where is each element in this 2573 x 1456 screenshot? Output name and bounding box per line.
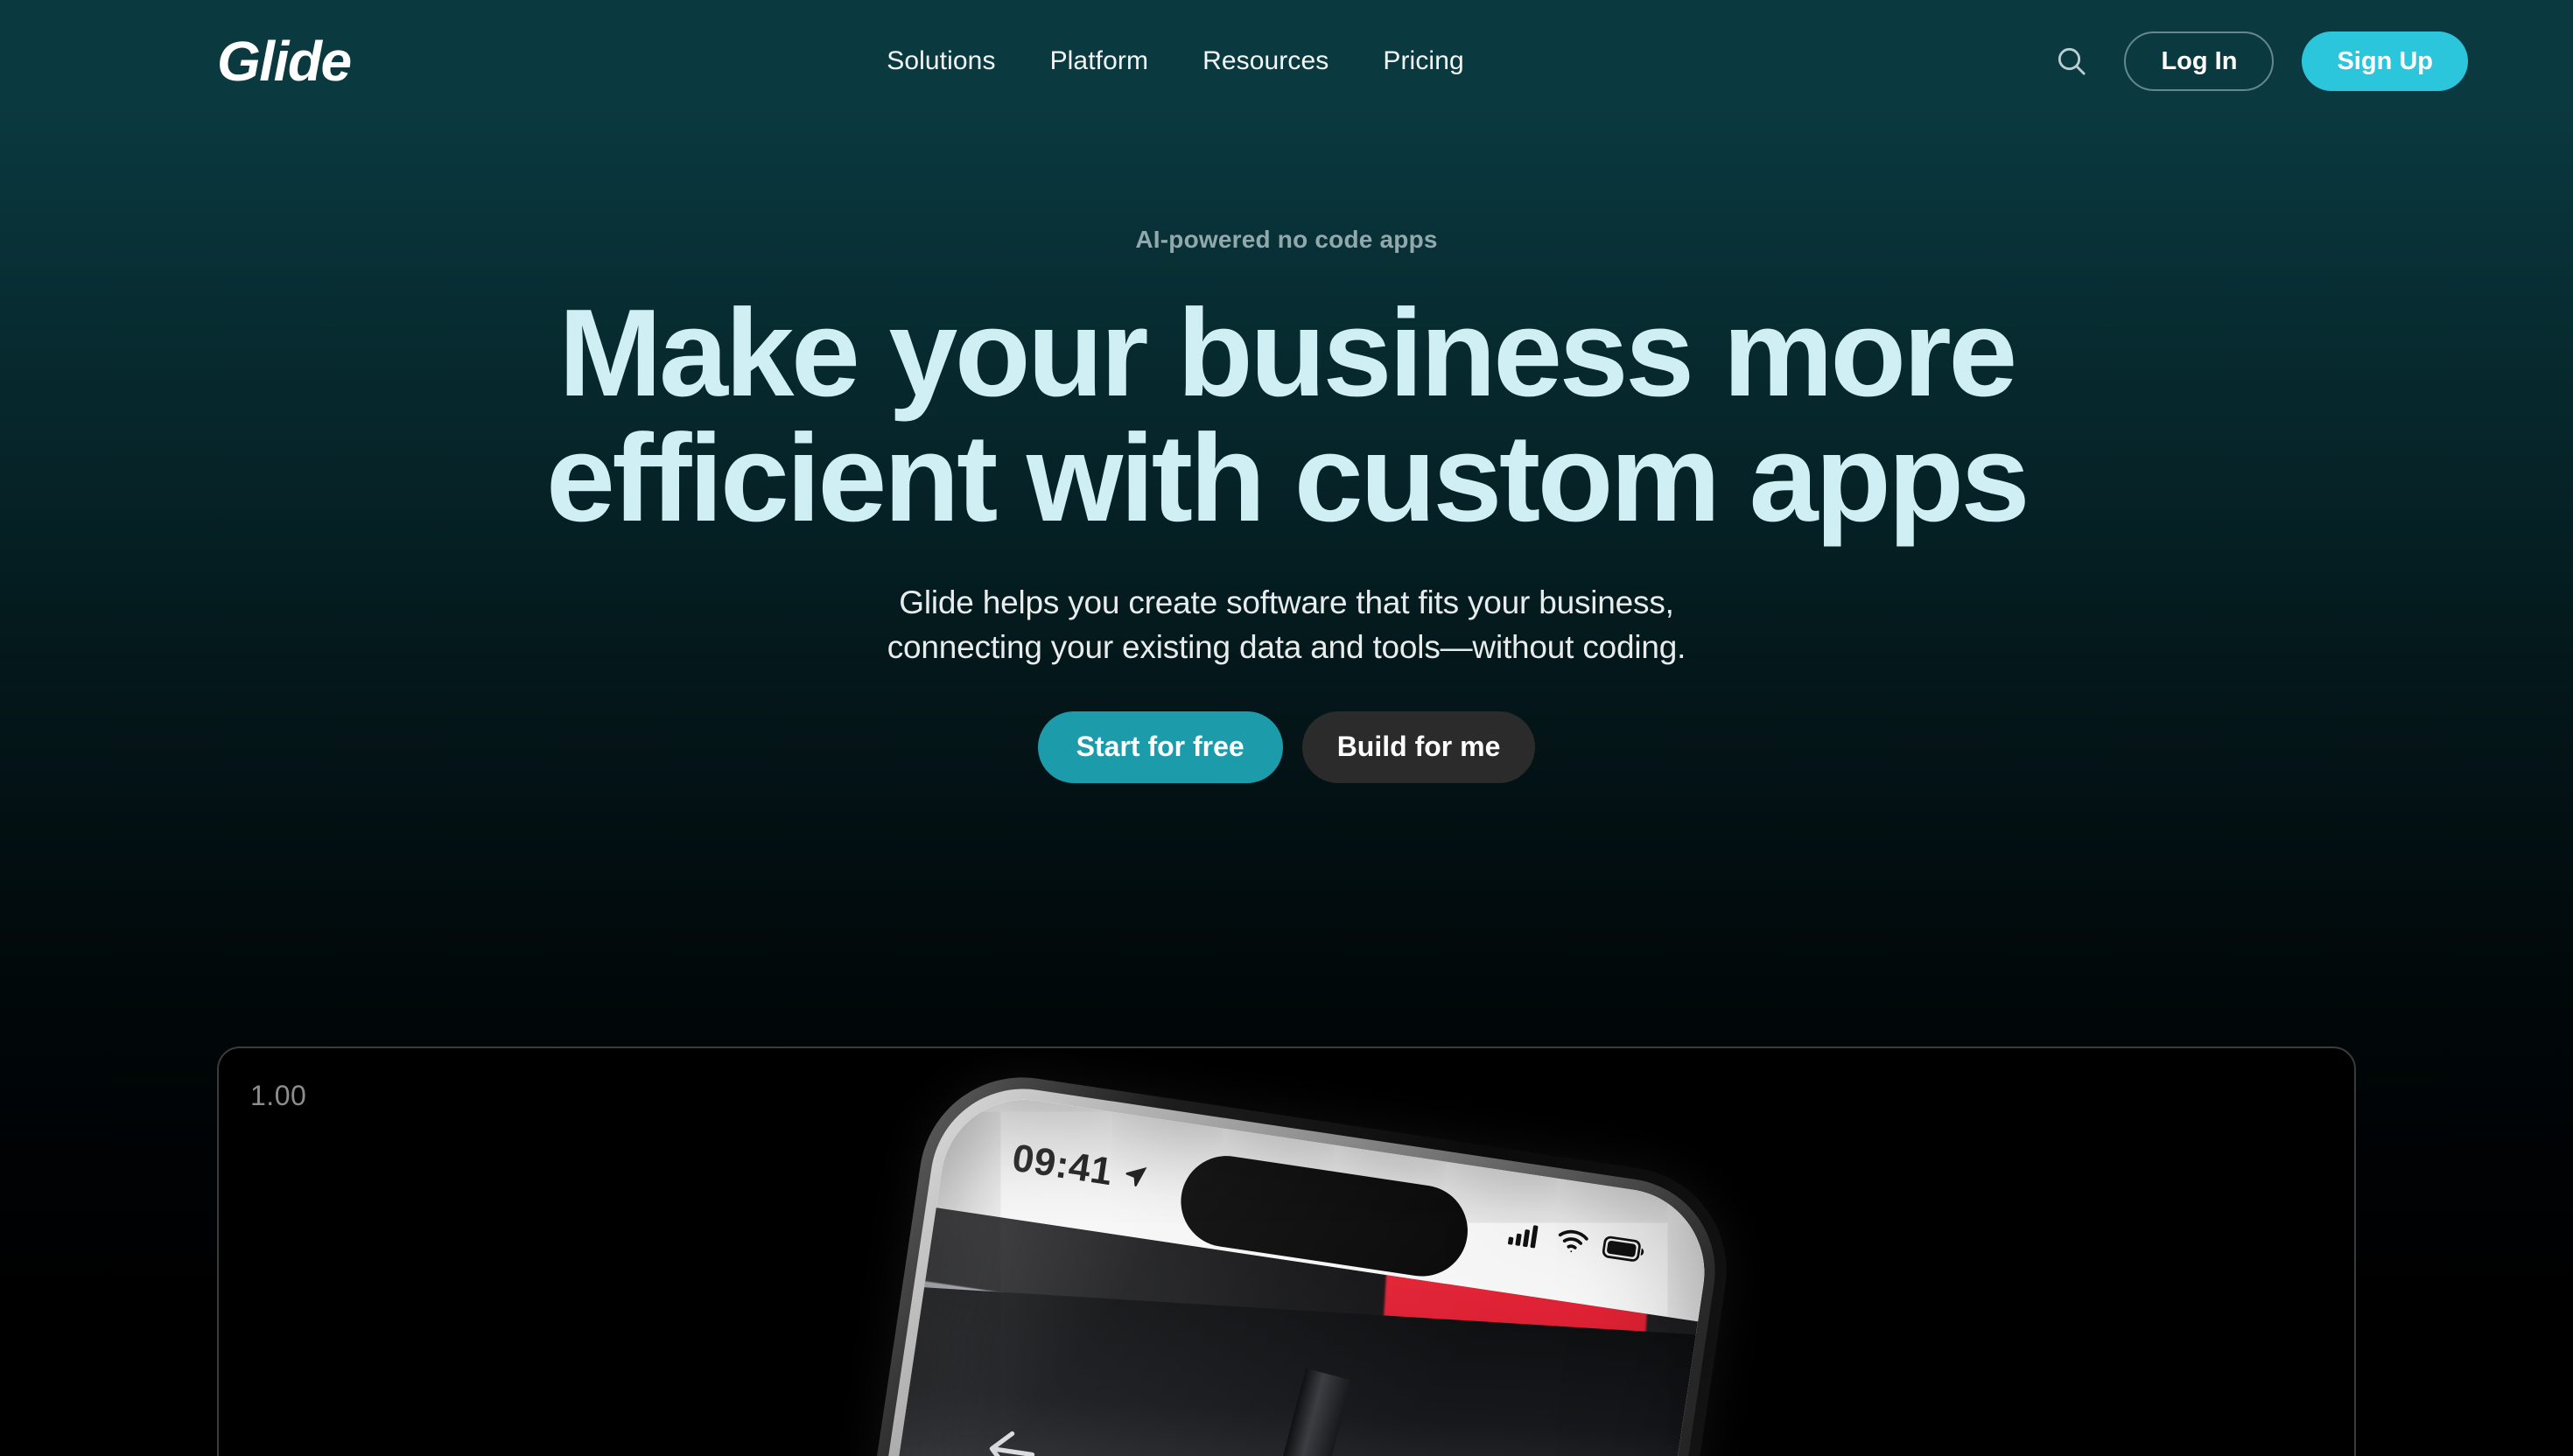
phone-bezel: 09:41 xyxy=(705,1076,1728,1456)
headline-line-2: efficient with custom apps xyxy=(545,409,2030,549)
search-icon[interactable] xyxy=(2052,42,2091,80)
login-button[interactable]: Log In xyxy=(2124,32,2275,91)
status-time-group: 09:41 xyxy=(1009,1137,1152,1200)
status-icon-group xyxy=(1507,1220,1646,1264)
landing-page: Glide Solutions Platform Resources Prici… xyxy=(0,0,2573,1456)
hero-subtitle: Glide helps you create software that fit… xyxy=(0,580,2573,669)
site-header: Glide Solutions Platform Resources Prici… xyxy=(0,0,2573,122)
header-actions: Log In Sign Up xyxy=(2052,32,2468,91)
build-for-me-button[interactable]: Build for me xyxy=(1301,710,1536,783)
headline-line-1: Make your business more xyxy=(558,284,2017,423)
hero-eyebrow: AI-powered no code apps xyxy=(1135,226,1438,253)
battery-icon xyxy=(1602,1235,1646,1264)
subtitle-line-2: connecting your existing data and tools—… xyxy=(887,628,1686,665)
nav-item-solutions[interactable]: Solutions xyxy=(887,46,995,76)
start-for-free-button[interactable]: Start for free xyxy=(1037,710,1283,783)
phone-mockup: 09:41 xyxy=(692,1063,1741,1456)
product-showcase-card: 1.00 09:41 xyxy=(217,1046,2356,1456)
location-arrow-icon xyxy=(1119,1153,1152,1200)
status-time: 09:41 xyxy=(1009,1136,1116,1194)
phone-screen: 09:41 xyxy=(717,1088,1716,1456)
signup-button[interactable]: Sign Up xyxy=(2302,32,2468,91)
phone-stage: 09:41 xyxy=(219,1048,2354,1456)
nav-item-platform[interactable]: Platform xyxy=(1050,46,1149,76)
scale-label: 1.00 xyxy=(250,1080,307,1111)
page-title: Make your business more efficient with c… xyxy=(0,290,2573,542)
hero-cta-row: Start for free Build for me xyxy=(0,710,2573,783)
subtitle-line-1: Glide helps you create software that fit… xyxy=(899,584,1674,620)
nav-item-resources[interactable]: Resources xyxy=(1202,46,1329,76)
cellular-signal-icon xyxy=(1507,1220,1545,1249)
nav-item-pricing[interactable]: Pricing xyxy=(1383,46,1463,76)
primary-navigation: Solutions Platform Resources Pricing xyxy=(298,46,2053,76)
wifi-icon xyxy=(1554,1227,1591,1256)
